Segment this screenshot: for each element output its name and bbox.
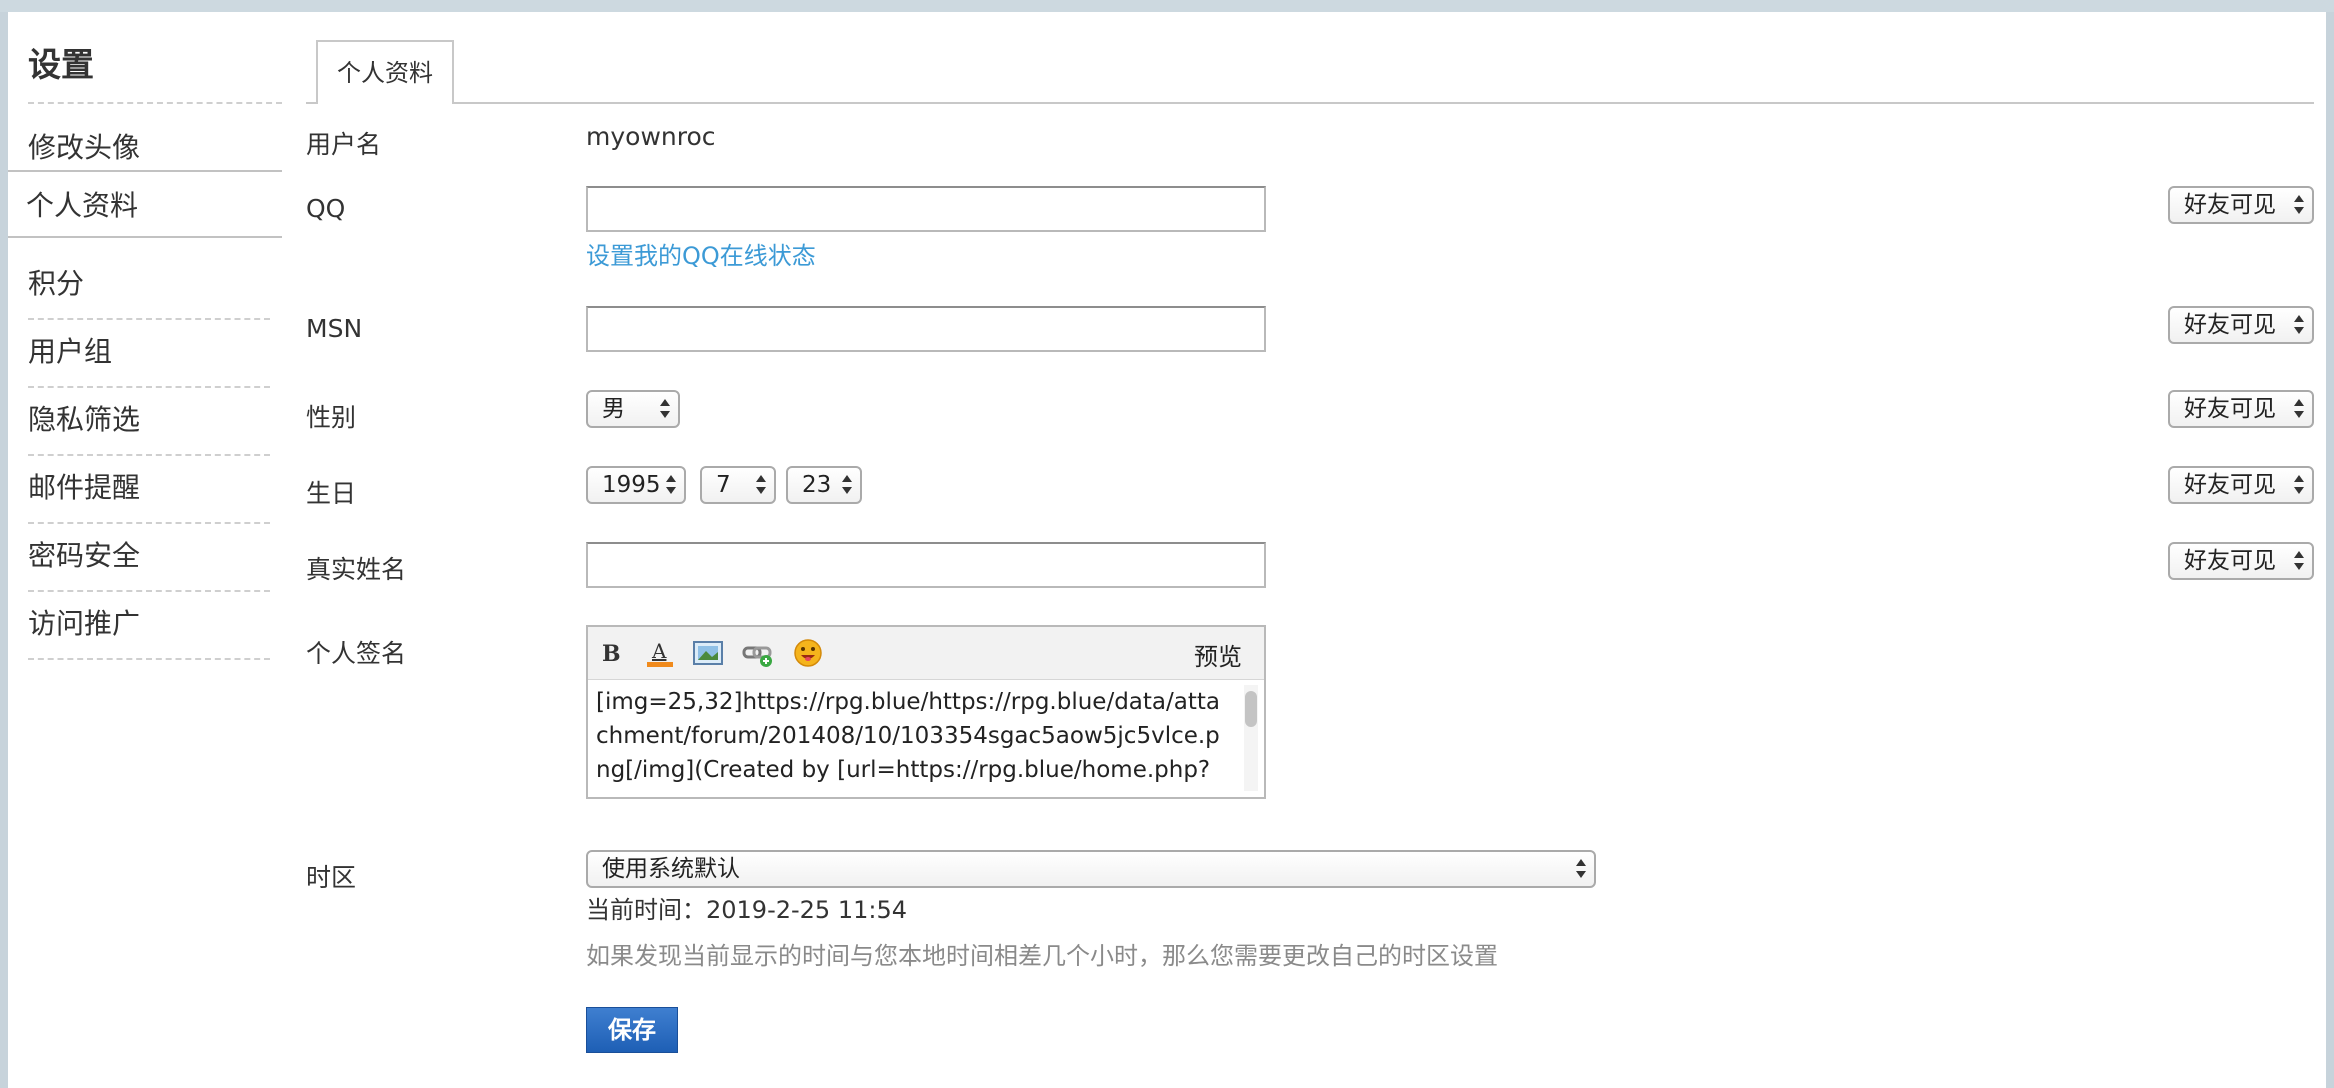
birthday-label: 生日	[306, 479, 357, 508]
bold-icon[interactable]: B	[594, 637, 626, 669]
sidebar-item-label: 隐私筛选	[28, 403, 141, 436]
gender-privacy-select[interactable]: 好友可见	[2168, 390, 2314, 428]
gender-value: 男	[602, 396, 625, 422]
username-label: 用户名	[306, 130, 382, 159]
signature-scrollbar[interactable]	[1244, 685, 1258, 791]
sidebar-item-password[interactable]: 密码安全	[28, 522, 270, 592]
svg-text:B: B	[602, 641, 621, 667]
select-arrows-icon	[660, 396, 670, 422]
font-color-icon[interactable]: A	[644, 637, 676, 669]
birth-year-select[interactable]: 1995	[586, 466, 686, 504]
qq-input[interactable]	[586, 186, 1266, 232]
sidebar-title: 设置	[28, 45, 94, 84]
current-time: 当前时间：2019-2-25 11:54	[586, 896, 907, 924]
sidebar-item-label: 邮件提醒	[28, 471, 141, 504]
qq-label: QQ	[306, 194, 346, 223]
select-arrows-icon	[2294, 472, 2304, 498]
select-arrows-icon	[842, 472, 852, 498]
tab-cover	[318, 101, 452, 105]
editor-toolbar: B A 预览	[588, 627, 1264, 680]
realname-privacy-select[interactable]: 好友可见	[2168, 542, 2314, 580]
settings-panel: 设置 修改头像 个人资料 积分 用户组 隐私筛选 邮件提醒 密码安全 访问推广 …	[8, 12, 2326, 1088]
image-icon[interactable]	[692, 637, 724, 669]
sidebar-item-email[interactable]: 邮件提醒	[28, 454, 270, 524]
birth-day-select[interactable]: 23	[786, 466, 862, 504]
sidebar-item-profile[interactable]: 个人资料	[8, 170, 282, 238]
sidebar-item-credits[interactable]: 积分	[28, 250, 270, 320]
gender-privacy-value: 好友可见	[2184, 396, 2276, 422]
username-value: myownroc	[586, 122, 716, 151]
signature-textarea[interactable]: [img=25,32]https://rpg.blue/https://rpg.…	[596, 685, 1224, 793]
emoji-icon[interactable]	[792, 637, 824, 669]
msn-privacy-value: 好友可见	[2184, 312, 2276, 338]
select-arrows-icon	[2294, 312, 2304, 338]
select-arrows-icon	[2294, 548, 2304, 574]
settings-sidebar: 设置 修改头像 个人资料 积分 用户组 隐私筛选 邮件提醒 密码安全 访问推广	[8, 12, 282, 1088]
select-arrows-icon	[2294, 192, 2304, 218]
birth-month-value: 7	[716, 472, 731, 498]
qq-status-link[interactable]: 设置我的QQ在线状态	[586, 236, 816, 271]
timezone-select[interactable]: 使用系统默认	[586, 850, 1596, 888]
select-arrows-icon	[2294, 396, 2304, 422]
birthday-privacy-value: 好友可见	[2184, 472, 2276, 498]
signature-label: 个人签名	[306, 639, 407, 668]
qq-privacy-select[interactable]: 好友可见	[2168, 186, 2314, 224]
gender-label: 性别	[306, 403, 357, 432]
birth-year-value: 1995	[602, 472, 661, 498]
timezone-value: 使用系统默认	[602, 856, 740, 882]
sidebar-item-usergroup[interactable]: 用户组	[28, 318, 270, 388]
msn-input[interactable]	[586, 306, 1266, 352]
sidebar-item-label: 个人资料	[26, 189, 139, 222]
scrollbar-thumb[interactable]	[1245, 691, 1257, 727]
sidebar-item-label: 密码安全	[28, 539, 141, 572]
birth-month-select[interactable]: 7	[700, 466, 776, 504]
tab-bar-line	[306, 102, 2314, 104]
sidebar-item-promotion[interactable]: 访问推广	[28, 590, 270, 660]
timezone-label: 时区	[306, 863, 357, 892]
birth-day-value: 23	[802, 472, 832, 498]
save-button[interactable]: 保存	[586, 1007, 678, 1053]
msn-privacy-select[interactable]: 好友可见	[2168, 306, 2314, 344]
sidebar-item-label: 积分	[28, 267, 85, 300]
signature-editor: B A 预览 [img=25,32]https://rpg.blue/https…	[586, 625, 1266, 799]
select-arrows-icon	[666, 472, 676, 498]
select-arrows-icon	[1576, 856, 1586, 882]
sidebar-item-label: 访问推广	[28, 607, 141, 640]
preview-button[interactable]: 预览	[1194, 637, 1242, 672]
sidebar-item-label: 修改头像	[28, 131, 141, 164]
birthday-privacy-select[interactable]: 好友可见	[2168, 466, 2314, 504]
timezone-hint: 如果发现当前显示的时间与您本地时间相差几个小时，那么您需要更改自己的时区设置	[586, 942, 1498, 970]
realname-input[interactable]	[586, 542, 1266, 588]
top-strip	[0, 0, 2334, 12]
profile-main: 个人资料 用户名 myownroc QQ 设置我的QQ在线状态 好友可见 MSN…	[306, 12, 2314, 1088]
sidebar-item-label: 用户组	[28, 335, 113, 368]
realname-privacy-value: 好友可见	[2184, 548, 2276, 574]
svg-text:A: A	[651, 639, 667, 663]
select-arrows-icon	[756, 472, 766, 498]
realname-label: 真实姓名	[306, 555, 407, 584]
tab-profile[interactable]: 个人资料	[316, 40, 454, 102]
msn-label: MSN	[306, 314, 363, 343]
link-icon[interactable]	[742, 637, 774, 669]
qq-privacy-value: 好友可见	[2184, 192, 2276, 218]
sidebar-divider	[28, 102, 282, 104]
sidebar-item-privacy[interactable]: 隐私筛选	[28, 386, 270, 456]
gender-select[interactable]: 男	[586, 390, 680, 428]
